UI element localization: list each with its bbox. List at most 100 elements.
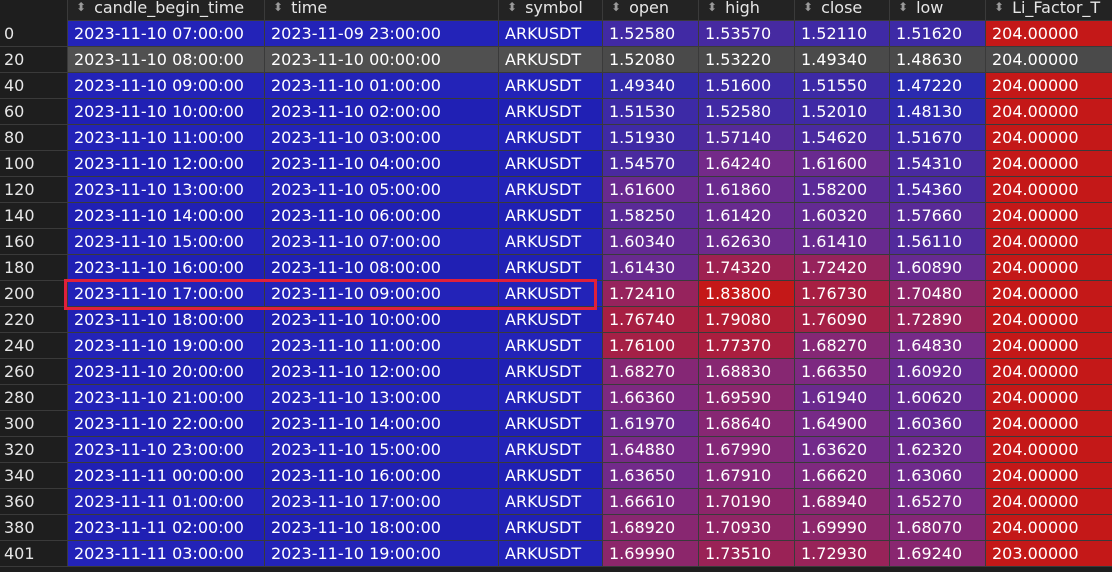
cell-high[interactable]: 1.62630 — [699, 229, 795, 255]
cell-symbol[interactable]: ARKUSDT — [499, 255, 603, 281]
cell-open[interactable]: 1.61430 — [603, 255, 699, 281]
cell-symbol[interactable]: ARKUSDT — [499, 307, 603, 333]
cell-open[interactable]: 1.49340 — [603, 73, 699, 99]
cell-index[interactable]: 20 — [0, 47, 68, 73]
cell-candle-begin-time[interactable]: 2023-11-10 21:00:00 — [68, 385, 265, 411]
cell-close[interactable]: 1.76090 — [795, 307, 890, 333]
cell-index[interactable]: 320 — [0, 437, 68, 463]
cell-time[interactable]: 2023-11-10 07:00:00 — [265, 229, 499, 255]
cell-symbol[interactable]: ARKUSDT — [499, 385, 603, 411]
cell-close[interactable]: 1.66620 — [795, 463, 890, 489]
cell-open[interactable]: 1.54570 — [603, 151, 699, 177]
column-header-symbol[interactable]: ⬍ symbol — [499, 0, 603, 21]
cell-low[interactable]: 1.65270 — [890, 489, 986, 515]
cell-open[interactable]: 1.68920 — [603, 515, 699, 541]
column-header-open[interactable]: ⬍ open — [603, 0, 699, 21]
cell-index[interactable]: 240 — [0, 333, 68, 359]
cell-high[interactable]: 1.67910 — [699, 463, 795, 489]
cell-index[interactable]: 200 — [0, 281, 68, 307]
sort-icon[interactable]: ⬍ — [898, 0, 908, 14]
cell-high[interactable]: 1.61420 — [699, 203, 795, 229]
cell-low[interactable]: 1.60360 — [890, 411, 986, 437]
cell-close[interactable]: 1.51550 — [795, 73, 890, 99]
cell-close[interactable]: 1.52010 — [795, 99, 890, 125]
cell-open[interactable]: 1.60340 — [603, 229, 699, 255]
cell-candle-begin-time[interactable]: 2023-11-10 13:00:00 — [68, 177, 265, 203]
cell-time[interactable]: 2023-11-10 18:00:00 — [265, 515, 499, 541]
cell-time[interactable]: 2023-11-10 01:00:00 — [265, 73, 499, 99]
cell-candle-begin-time[interactable]: 2023-11-11 01:00:00 — [68, 489, 265, 515]
cell-close[interactable]: 1.64900 — [795, 411, 890, 437]
cell-index[interactable]: 220 — [0, 307, 68, 333]
cell-li-factor[interactable]: 204.00000 — [986, 463, 1112, 489]
cell-low[interactable]: 1.63060 — [890, 463, 986, 489]
cell-close[interactable]: 1.61410 — [795, 229, 890, 255]
table-row[interactable]: 280 2023-11-10 21:00:00 2023-11-10 13:00:0… — [0, 385, 1112, 411]
cell-close[interactable]: 1.54620 — [795, 125, 890, 151]
cell-index[interactable]: 180 — [0, 255, 68, 281]
cell-symbol[interactable]: ARKUSDT — [499, 73, 603, 99]
table-row[interactable]: 40 2023-11-10 09:00:00 2023-11-10 01:00:00… — [0, 73, 1112, 99]
cell-index[interactable]: 360 — [0, 489, 68, 515]
cell-low[interactable]: 1.68070 — [890, 515, 986, 541]
cell-li-factor[interactable]: 204.00000 — [986, 229, 1112, 255]
table-row[interactable]: 0 2023-11-10 07:00:00 2023-11-09 23:00:00 A… — [0, 21, 1112, 47]
cell-time[interactable]: 2023-11-10 02:00:00 — [265, 99, 499, 125]
cell-li-factor[interactable]: 204.00000 — [986, 151, 1112, 177]
cell-high[interactable]: 1.52580 — [699, 99, 795, 125]
cell-candle-begin-time[interactable]: 2023-11-10 09:00:00 — [68, 73, 265, 99]
cell-symbol[interactable]: ARKUSDT — [499, 411, 603, 437]
cell-low[interactable]: 1.70480 — [890, 281, 986, 307]
cell-low[interactable]: 1.64830 — [890, 333, 986, 359]
column-header-li-factor[interactable]: ⬍ Li_Factor_T — [986, 0, 1112, 21]
table-row[interactable]: 240 2023-11-10 19:00:00 2023-11-10 11:00:0… — [0, 333, 1112, 359]
cell-time[interactable]: 2023-11-10 11:00:00 — [265, 333, 499, 359]
cell-time[interactable]: 2023-11-09 23:00:00 — [265, 21, 499, 47]
cell-open[interactable]: 1.72410 — [603, 281, 699, 307]
cell-candle-begin-time[interactable]: 2023-11-10 19:00:00 — [68, 333, 265, 359]
cell-high[interactable]: 1.68640 — [699, 411, 795, 437]
cell-time[interactable]: 2023-11-10 03:00:00 — [265, 125, 499, 151]
column-header-high[interactable]: ⬍ high — [699, 0, 795, 21]
cell-close[interactable]: 1.60320 — [795, 203, 890, 229]
table-row[interactable]: 120 2023-11-10 13:00:00 2023-11-10 05:00:0… — [0, 177, 1112, 203]
table-row[interactable]: 220 2023-11-10 18:00:00 2023-11-10 10:00:0… — [0, 307, 1112, 333]
cell-li-factor[interactable]: 204.00000 — [986, 515, 1112, 541]
table-row[interactable]: 340 2023-11-11 00:00:00 2023-11-10 16:00:0… — [0, 463, 1112, 489]
cell-time[interactable]: 2023-11-10 12:00:00 — [265, 359, 499, 385]
cell-candle-begin-time[interactable]: 2023-11-11 02:00:00 — [68, 515, 265, 541]
cell-high[interactable]: 1.51600 — [699, 73, 795, 99]
cell-low[interactable]: 1.56110 — [890, 229, 986, 255]
cell-index[interactable]: 140 — [0, 203, 68, 229]
cell-li-factor[interactable]: 204.00000 — [986, 385, 1112, 411]
cell-li-factor[interactable]: 204.00000 — [986, 333, 1112, 359]
cell-candle-begin-time[interactable]: 2023-11-10 10:00:00 — [68, 99, 265, 125]
cell-close[interactable]: 1.52110 — [795, 21, 890, 47]
cell-close[interactable]: 1.58200 — [795, 177, 890, 203]
sort-icon[interactable]: ⬍ — [994, 0, 1004, 14]
cell-high[interactable]: 1.70930 — [699, 515, 795, 541]
cell-symbol[interactable]: ARKUSDT — [499, 177, 603, 203]
cell-symbol[interactable]: ARKUSDT — [499, 47, 603, 73]
column-header-index[interactable] — [0, 0, 68, 21]
cell-candle-begin-time[interactable]: 2023-11-10 23:00:00 — [68, 437, 265, 463]
cell-low[interactable]: 1.54310 — [890, 151, 986, 177]
cell-close[interactable]: 1.63620 — [795, 437, 890, 463]
cell-high[interactable]: 1.68830 — [699, 359, 795, 385]
cell-time[interactable]: 2023-11-10 19:00:00 — [265, 541, 499, 567]
cell-candle-begin-time[interactable]: 2023-11-10 18:00:00 — [68, 307, 265, 333]
cell-close[interactable]: 1.61600 — [795, 151, 890, 177]
cell-low[interactable]: 1.51670 — [890, 125, 986, 151]
cell-index[interactable]: 80 — [0, 125, 68, 151]
sort-icon[interactable]: ⬍ — [76, 0, 86, 14]
cell-close[interactable]: 1.69990 — [795, 515, 890, 541]
cell-candle-begin-time[interactable]: 2023-11-10 07:00:00 — [68, 21, 265, 47]
cell-high[interactable]: 1.53570 — [699, 21, 795, 47]
cell-li-factor[interactable]: 204.00000 — [986, 255, 1112, 281]
sort-icon[interactable]: ⬍ — [611, 0, 621, 14]
cell-high[interactable]: 1.77370 — [699, 333, 795, 359]
cell-li-factor[interactable]: 203.00000 — [986, 541, 1112, 567]
cell-low[interactable]: 1.60620 — [890, 385, 986, 411]
cell-open[interactable]: 1.66610 — [603, 489, 699, 515]
cell-low[interactable]: 1.57660 — [890, 203, 986, 229]
